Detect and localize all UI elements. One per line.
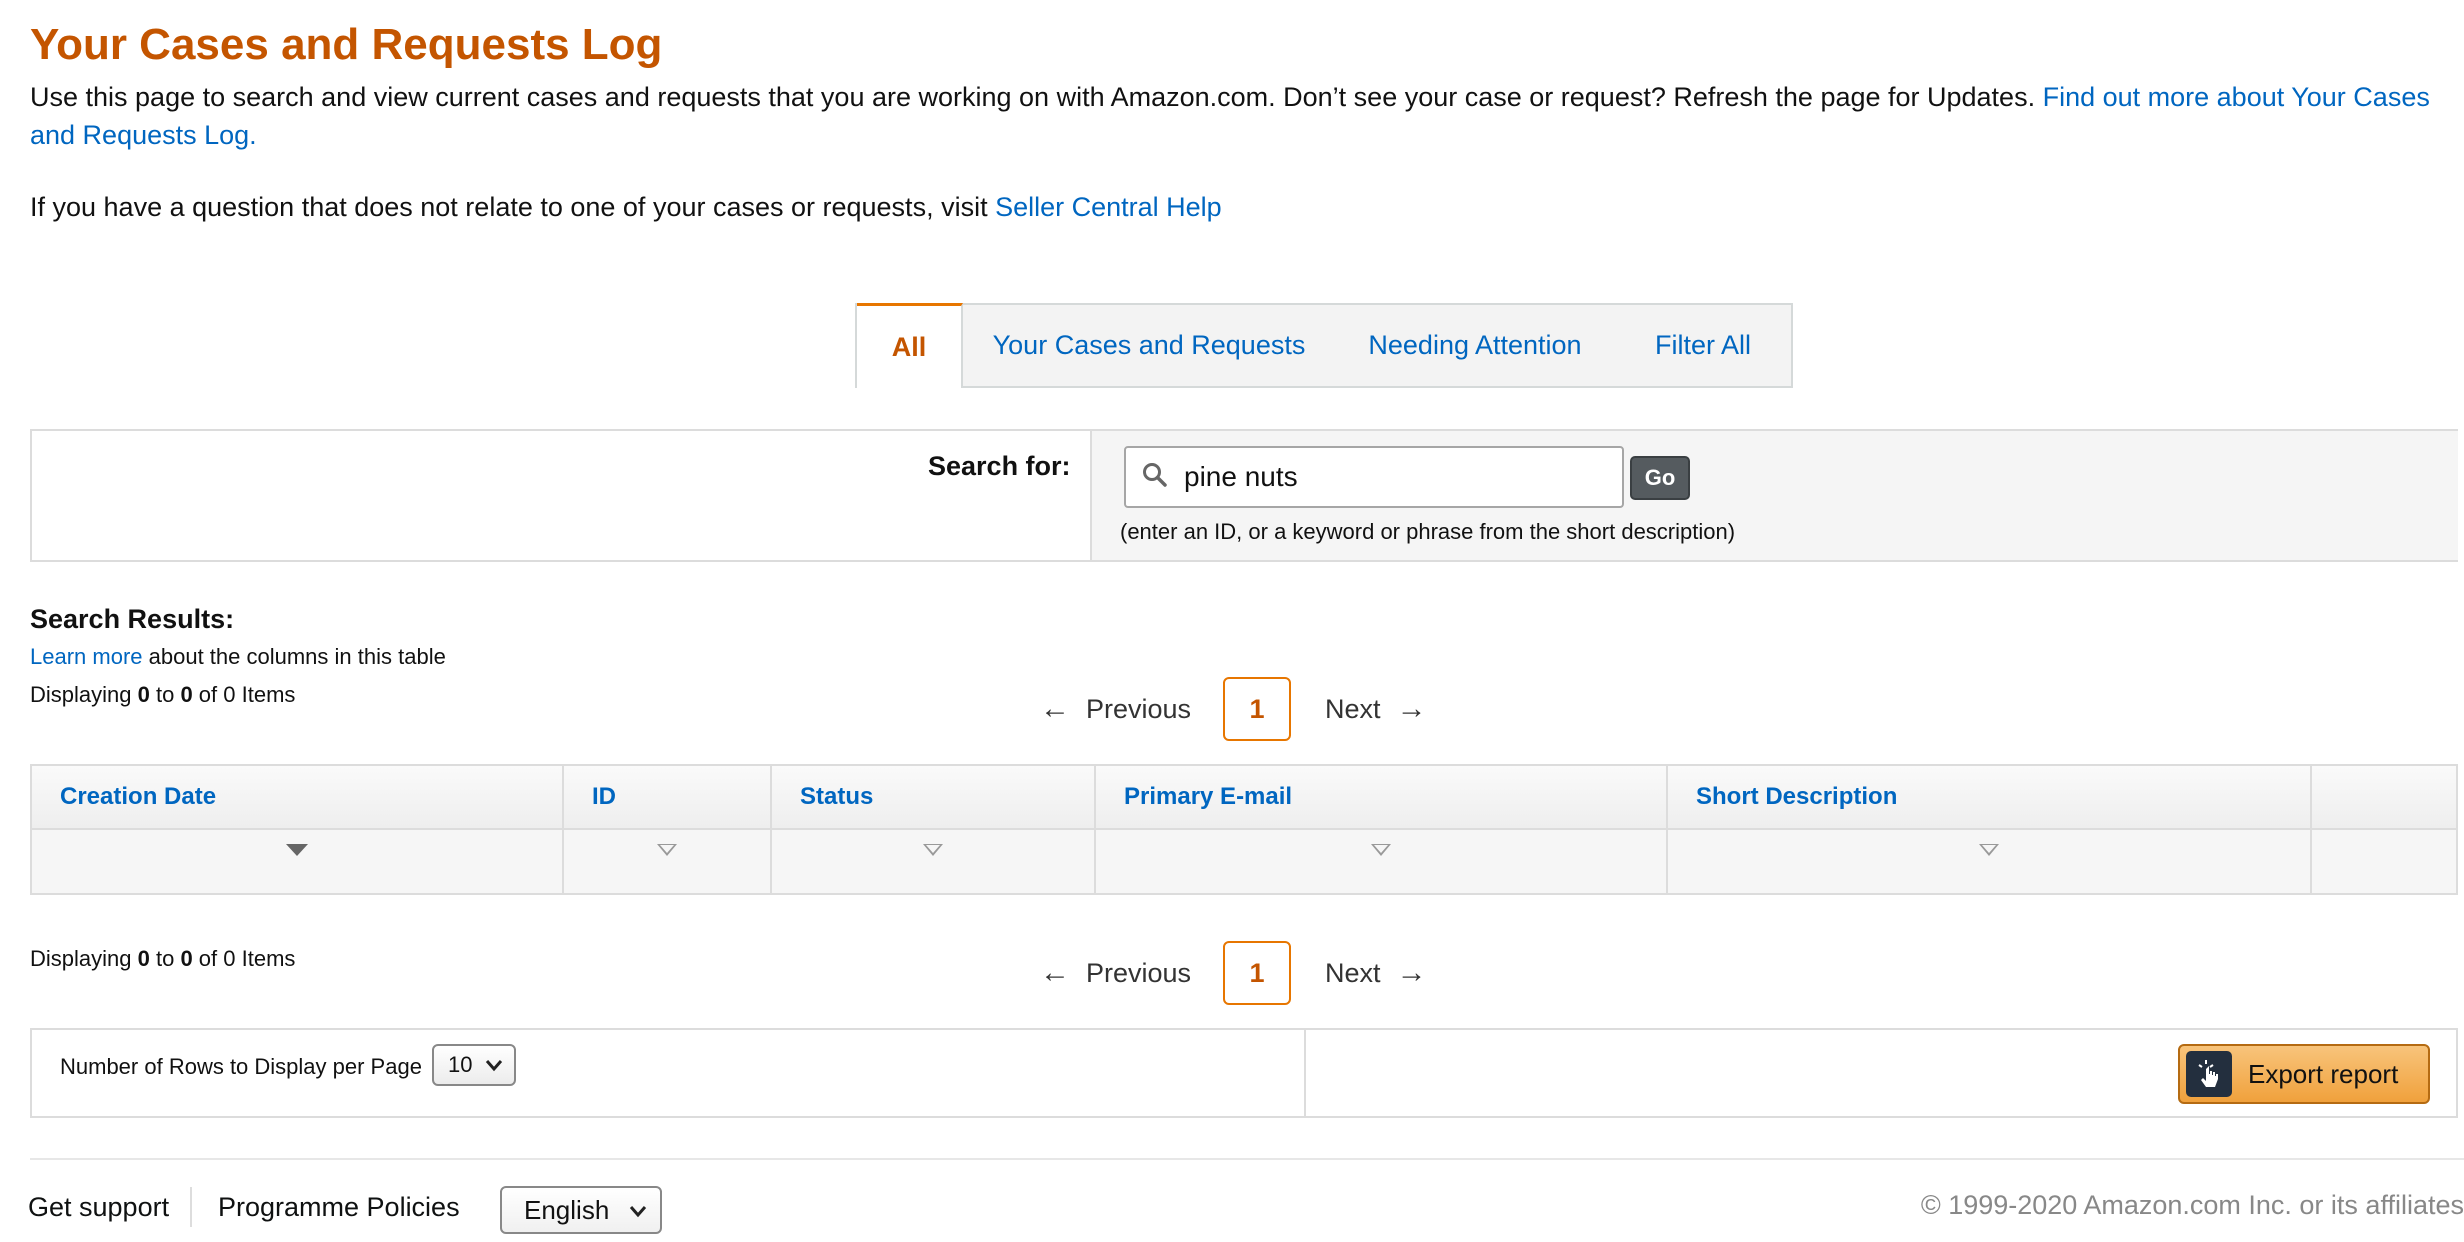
next-label: Next [1325, 693, 1381, 724]
column-header-short-description[interactable]: Short Description [1668, 766, 2312, 828]
language-select[interactable]: English [500, 1186, 662, 1234]
results-table: Creation Date ID Status Primary E-mail S… [30, 764, 2458, 895]
next-button[interactable]: Next → [1325, 956, 1427, 990]
chevron-down-icon [485, 1060, 503, 1072]
search-box[interactable] [1124, 446, 1624, 508]
column-header-creation-date[interactable]: Creation Date [32, 766, 564, 828]
left-arrow-icon: ← [1040, 692, 1070, 725]
column-header-extra [2312, 766, 2456, 828]
sort-primary-email[interactable] [1096, 830, 1668, 893]
intro-paragraph: Use this page to search and view current… [30, 78, 2430, 154]
left-arrow-icon: ← [1040, 956, 1070, 989]
column-header-status[interactable]: Status [772, 766, 1096, 828]
displaying-count-top: Displaying 0 to 0 of 0 Items [30, 682, 296, 707]
rows-per-page-value: 10 [448, 1052, 473, 1077]
search-icon [1143, 463, 1167, 487]
go-button[interactable]: Go [1630, 456, 1690, 500]
table-header-row: Creation Date ID Status Primary E-mail S… [32, 766, 2456, 830]
column-header-id[interactable]: ID [564, 766, 772, 828]
next-button[interactable]: Next → [1325, 692, 1427, 726]
right-arrow-icon: → [1396, 956, 1427, 989]
pagination-bottom: ← Previous 1 Next → [1040, 941, 1427, 1005]
sort-down-icon [286, 844, 308, 856]
previous-button[interactable]: ← Previous [1040, 692, 1191, 726]
rows-per-page-select[interactable]: 10 [432, 1044, 516, 1086]
footer-separator [190, 1187, 192, 1227]
previous-button[interactable]: ← Previous [1040, 956, 1191, 990]
help-text: If you have a question that does not rel… [30, 192, 996, 222]
programme-policies-link[interactable]: Programme Policies [218, 1192, 460, 1223]
right-arrow-icon: → [1396, 692, 1427, 725]
search-panel: Search for: Go (enter an ID, or a keywor… [30, 429, 2458, 562]
tab-your-cases-and-requests[interactable]: Your Cases and Requests [963, 305, 1335, 386]
cases-requests-page: Your Cases and Requests Log Use this pag… [0, 0, 2464, 1242]
intro-text: Use this page to search and view current… [30, 82, 2043, 112]
export-report-button[interactable]: Export report [2178, 1044, 2430, 1104]
search-hint: (enter an ID, or a keyword or phrase fro… [1120, 519, 1736, 544]
sort-id[interactable] [564, 830, 772, 893]
tab-bar: All Your Cases and Requests Needing Atte… [855, 303, 1793, 388]
tab-filter-all[interactable]: Filter All [1615, 305, 1791, 386]
sort-down-outline-icon [1371, 844, 1391, 856]
sort-creation-date[interactable] [32, 830, 564, 893]
page-number-button[interactable]: 1 [1223, 677, 1292, 741]
seller-central-help-link[interactable]: Seller Central Help [995, 192, 1222, 222]
next-label: Next [1325, 957, 1381, 988]
pagination-top: ← Previous 1 Next → [1040, 677, 1427, 741]
table-sort-row [32, 830, 2456, 893]
previous-label: Previous [1086, 957, 1192, 988]
search-input[interactable] [1182, 456, 1606, 498]
panel-divider [1304, 1030, 1306, 1116]
rows-per-page-label: Number of Rows to Display per Page [60, 1054, 422, 1079]
help-paragraph: If you have a question that does not rel… [30, 192, 1222, 223]
sort-extra [2312, 830, 2456, 893]
tab-all[interactable]: All [857, 303, 963, 388]
sort-down-outline-icon [923, 844, 943, 856]
export-report-label: Export report [2248, 1058, 2399, 1089]
page-number-button[interactable]: 1 [1223, 941, 1292, 1005]
page-title: Your Cases and Requests Log [30, 20, 663, 69]
previous-label: Previous [1086, 693, 1192, 724]
search-label: Search for: [928, 451, 1071, 481]
learn-more-text: about the columns in this table [142, 644, 446, 669]
copyright: © 1999-2020 Amazon.com Inc. or its affil… [1920, 1190, 2464, 1220]
cursor-click-icon [2186, 1051, 2232, 1097]
table-options-panel: Number of Rows to Display per Page 10 Ex… [30, 1028, 2458, 1118]
sort-status[interactable] [772, 830, 1096, 893]
learn-more-line: Learn more about the columns in this tab… [30, 644, 446, 670]
get-support-link[interactable]: Get support [28, 1192, 169, 1223]
column-header-primary-email[interactable]: Primary E-mail [1096, 766, 1668, 828]
learn-more-link[interactable]: Learn more [30, 644, 143, 669]
sort-short-description[interactable] [1668, 830, 2312, 893]
footer-divider [30, 1158, 2464, 1160]
displaying-count-bottom: Displaying 0 to 0 of 0 Items [30, 946, 296, 971]
sort-down-outline-icon [1979, 844, 1999, 856]
search-results-title: Search Results: [30, 604, 235, 634]
chevron-down-icon [629, 1206, 647, 1218]
tab-needing-attention[interactable]: Needing Attention [1335, 305, 1615, 386]
language-value: English [524, 1194, 610, 1225]
sort-down-outline-icon [657, 844, 677, 856]
